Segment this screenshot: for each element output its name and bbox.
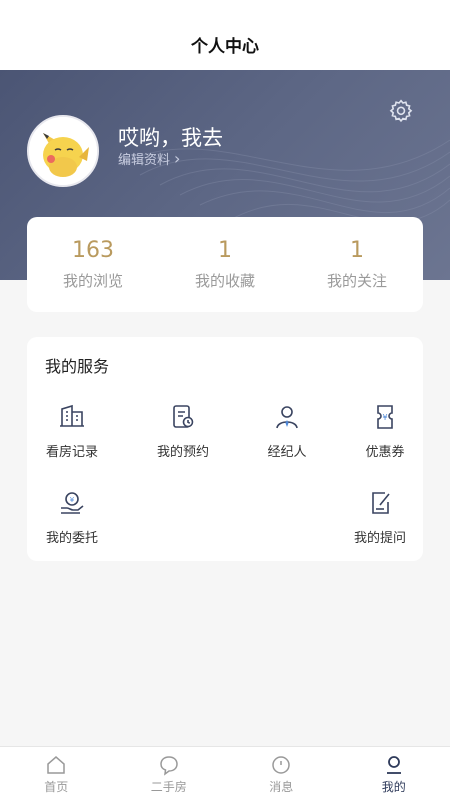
service-coupon[interactable]: ¥ 优惠券 (340, 403, 430, 460)
nav-bar: 个人中心 (0, 0, 450, 70)
service-entrust[interactable]: ¥ 我的委托 (27, 489, 117, 546)
coupon-icon: ¥ (377, 405, 393, 429)
username: 哎哟，我去 (118, 126, 223, 150)
service-label: 我的委托 (45, 531, 98, 546)
stat-label: 我的浏览 (62, 272, 123, 290)
building-record-icon (60, 404, 84, 427)
stats-card: 163 我的浏览 1 我的收藏 1 我的关注 (27, 217, 423, 312)
stat-label: 我的关注 (326, 272, 387, 290)
service-viewing-record[interactable]: 看房记录 (27, 403, 117, 460)
profile-icon (386, 756, 401, 774)
stat-value: 1 (350, 238, 364, 263)
avatar[interactable] (27, 115, 99, 187)
service-label: 经纪人 (267, 445, 307, 460)
chevron-right-icon: › (174, 149, 181, 168)
service-agent[interactable]: 经纪人 (242, 403, 332, 460)
service-question[interactable]: 我的提问 (335, 489, 425, 546)
stat-browse[interactable]: 163 我的浏览 (27, 238, 159, 291)
entrust-icon: ¥ (61, 492, 84, 514)
service-appointment[interactable]: 我的预约 (138, 403, 228, 460)
message-clock-icon (272, 756, 290, 774)
edit-profile-link[interactable]: 编辑资料 › (118, 149, 180, 168)
service-label: 我的提问 (353, 531, 406, 546)
tab-second-hand[interactable]: 二手房 (113, 747, 226, 800)
stat-label: 我的收藏 (194, 272, 255, 290)
tab-label: 消息 (269, 780, 294, 794)
tab-home[interactable]: 首页 (0, 747, 113, 800)
stat-value: 1 (218, 238, 232, 263)
appointment-icon (173, 405, 194, 428)
tab-bar: 首页 二手房 消息 我的 (0, 746, 450, 800)
chat-bubble-icon (159, 756, 178, 776)
svg-text:¥: ¥ (70, 496, 75, 504)
service-label: 我的预约 (156, 445, 209, 460)
tab-profile[interactable]: 我的 (338, 747, 450, 800)
edit-profile-label: 编辑资料 (118, 153, 171, 168)
stat-value: 163 (72, 238, 114, 263)
agent-icon (276, 406, 298, 429)
tab-label: 二手房 (150, 780, 187, 794)
stat-favorites[interactable]: 1 我的收藏 (159, 238, 291, 291)
service-label: 看房记录 (45, 445, 98, 460)
tab-messages[interactable]: 消息 (225, 747, 338, 800)
question-edit-icon (372, 492, 390, 514)
services-title: 我的服务 (45, 357, 110, 376)
stat-following[interactable]: 1 我的关注 (291, 238, 423, 291)
tab-label: 我的 (381, 780, 406, 794)
page-title: 个人中心 (191, 36, 259, 57)
home-icon (47, 756, 65, 774)
services-card: 我的服务 看房记录 我的预约 经纪人 ¥ 优惠券 ¥ 我的委托 我的提问 (27, 337, 423, 561)
service-label: 优惠券 (365, 445, 405, 460)
gear-icon[interactable] (388, 98, 414, 124)
tab-label: 首页 (44, 780, 69, 794)
avatar-image (29, 117, 97, 185)
svg-text:¥: ¥ (382, 413, 387, 422)
